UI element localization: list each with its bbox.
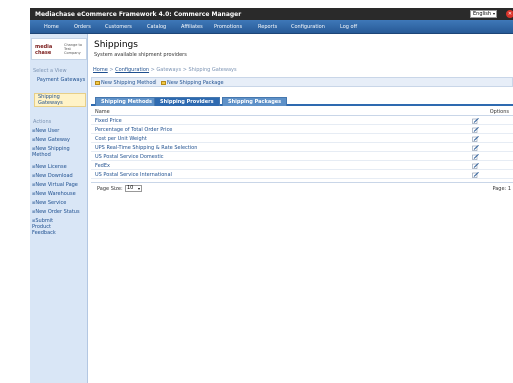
menu-log-off[interactable]: Log off (340, 24, 357, 30)
menu-configuration[interactable]: Configuration (291, 24, 325, 30)
sidebar-item-payment-gateways[interactable]: Payment Gateways (37, 77, 87, 83)
tab-strip: Shipping Methods Shipping Providers Ship… (91, 97, 513, 106)
action-new-warehouse[interactable]: ⊞New Warehouse (32, 191, 88, 197)
page-size-select[interactable]: 10 ▾ (125, 185, 142, 192)
breadcrumb-rest: > Gateways > Shipping Gateways (149, 67, 237, 73)
table-row: FedEx (91, 162, 513, 170)
menu-customers[interactable]: Customers (105, 24, 132, 30)
menu-home[interactable]: Home (44, 24, 59, 30)
close-icon[interactable]: ✕ (506, 10, 513, 18)
page-indicator: Page: 1 (492, 186, 511, 192)
language-select[interactable]: English ▾ (470, 10, 497, 18)
title-bar: Mediachase eCommerce Framework 4.0: Comm… (30, 8, 513, 20)
pager: Page Size: 10 ▾ Page: 1 (91, 182, 513, 193)
column-header-name[interactable]: Name (95, 109, 110, 115)
edit-icon[interactable] (472, 136, 479, 142)
breadcrumb: Home > Configuration > Gateways > Shippi… (93, 67, 237, 73)
new-item-icon (161, 80, 166, 85)
menu-catalog[interactable]: Catalog (147, 24, 166, 30)
edit-icon[interactable] (472, 145, 479, 151)
menu-reports[interactable]: Reports (258, 24, 277, 30)
page-title: Shippings (94, 40, 138, 50)
new-shipping-package-button[interactable]: New Shipping Package (161, 80, 224, 86)
row-name-link[interactable]: Cost per Unit Weight (95, 136, 147, 142)
company-logo-box: media chase Change to Test Company (31, 38, 87, 60)
action-new-order-status[interactable]: ⊞New Order Status (32, 209, 88, 215)
language-value: English (473, 11, 492, 17)
column-header-options: Options (489, 109, 509, 115)
toolbar: New Shipping Method | New Shipping Packa… (91, 77, 513, 87)
row-name-link[interactable]: US Postal Service International (95, 172, 172, 178)
edit-icon[interactable] (472, 118, 479, 124)
tab-shipping-methods[interactable]: Shipping Methods (95, 97, 158, 106)
table-row: Fixed Price (91, 117, 513, 125)
chevron-down-icon: ▾ (492, 11, 495, 16)
row-name-link[interactable]: Fixed Price (95, 118, 122, 124)
row-name-link[interactable]: US Postal Service Domestic (95, 154, 164, 160)
page-subtitle: System available shipment providers (94, 52, 187, 58)
logo: media chase (35, 44, 53, 56)
table-row: Percentage of Total Order Price (91, 126, 513, 134)
menu-orders[interactable]: Orders (74, 24, 91, 30)
edit-icon[interactable] (472, 154, 479, 160)
main-content: Shippings System available shipment prov… (89, 34, 513, 383)
sidebar: media chase Change to Test Company Selec… (30, 34, 88, 383)
breadcrumb-home[interactable]: Home (93, 67, 108, 73)
action-new-shipping-method[interactable]: ⊞New Shipping Method (32, 146, 72, 158)
action-new-license[interactable]: ⊞New License (32, 164, 88, 170)
new-shipping-method-button[interactable]: New Shipping Method (95, 80, 156, 86)
chevron-down-icon: ▾ (137, 186, 140, 191)
toolbar-separator: | (155, 79, 157, 85)
sidebar-item-shipping-gateways[interactable]: Shipping Gateways (34, 93, 86, 107)
change-company-link[interactable]: Change to Test Company (64, 43, 84, 55)
tab-shipping-providers[interactable]: Shipping Providers (154, 97, 220, 106)
edit-icon[interactable] (472, 127, 479, 133)
action-new-download[interactable]: ⊞New Download (32, 173, 88, 179)
row-name-link[interactable]: UPS Real-Time Shipping & Rate Selection (95, 145, 197, 151)
row-name-link[interactable]: FedEx (95, 163, 110, 169)
edit-icon[interactable] (472, 172, 479, 178)
action-submit-product-feedback[interactable]: ⊞Submit Product Feedback (32, 218, 72, 236)
tab-shipping-packages[interactable]: Shipping Packages (222, 97, 288, 106)
table-row: US Postal Service International (91, 171, 513, 179)
edit-icon[interactable] (472, 163, 479, 169)
action-new-virtual-page[interactable]: ⊞New Virtual Page (32, 182, 88, 188)
actions-label: Actions (33, 119, 52, 125)
table-row: UPS Real-Time Shipping & Rate Selection (91, 144, 513, 152)
main-menu: Home Orders Customers Catalog Affiliates… (30, 20, 513, 34)
select-view-label: Select a View (33, 68, 67, 74)
app-title: Mediachase eCommerce Framework 4.0: Comm… (35, 11, 242, 18)
action-new-gateway[interactable]: ⊞New Gateway (32, 137, 88, 143)
table-row: US Postal Service Domestic (91, 153, 513, 161)
action-new-user[interactable]: ⊞New User (32, 128, 88, 134)
table-row: Cost per Unit Weight (91, 135, 513, 143)
page-size-label: Page Size: (97, 186, 123, 192)
grid-header: Name Options (91, 108, 513, 116)
row-name-link[interactable]: Percentage of Total Order Price (95, 127, 172, 133)
menu-promotions[interactable]: Promotions (214, 24, 242, 30)
menu-affiliates[interactable]: Affiliates (181, 24, 203, 30)
action-new-service[interactable]: ⊞New Service (32, 200, 88, 206)
breadcrumb-configuration[interactable]: Configuration (115, 67, 149, 73)
new-item-icon (95, 80, 100, 85)
